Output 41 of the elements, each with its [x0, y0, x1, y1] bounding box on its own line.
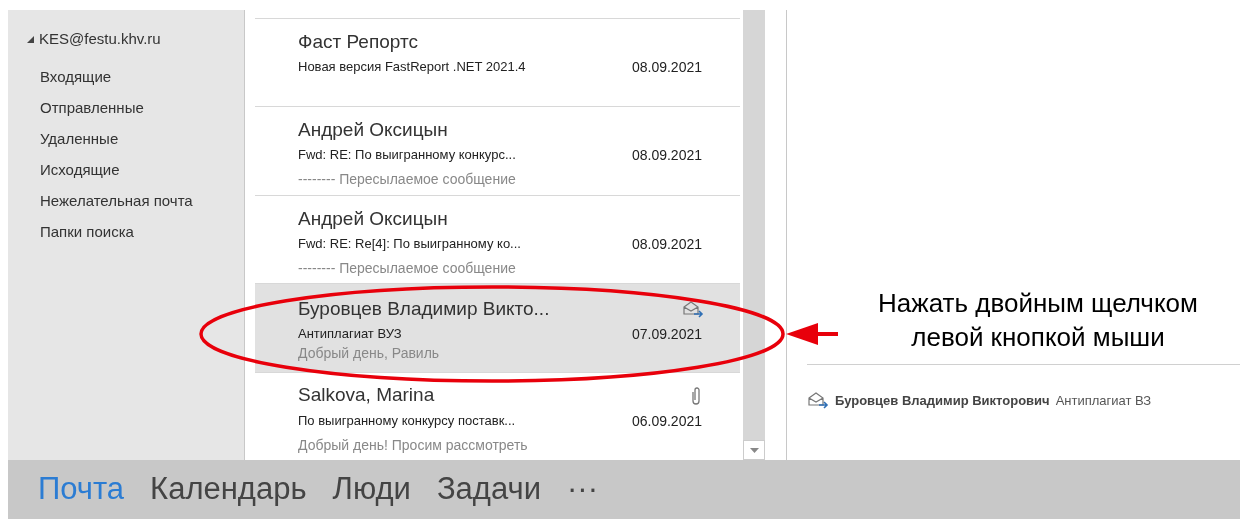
sender-name: Salkova, Marina	[298, 383, 435, 408]
date: 06.09.2021	[631, 411, 702, 431]
sender-name: Андрей Оксицын	[298, 118, 448, 143]
folder-item[interactable]: Отправленные	[8, 91, 244, 123]
subject: Fwd: RE: По выигранному конкурс...	[298, 146, 516, 165]
folder-item[interactable]: Нежелательная почта	[8, 184, 244, 216]
sender-name: Андрей Оксицын	[298, 206, 448, 231]
nav-tab[interactable]: ···	[567, 466, 598, 513]
subject: По выигранному конкурсу поставк...	[298, 411, 516, 430]
collapse-triangle-icon[interactable]	[26, 34, 35, 44]
date: 07.09.2021	[631, 325, 702, 345]
preview-text: -------- Пересылаемое сообщение	[298, 170, 517, 190]
scroll-down-button[interactable]	[743, 440, 765, 460]
message-item[interactable]: Буровцев Владимир Викто... Антиплагиат ВУЗ 07.09.2021 Добрый день, Равиль	[255, 283, 740, 372]
paperclip-icon	[690, 385, 702, 406]
scrollbar[interactable]	[743, 10, 765, 460]
folder-item[interactable]: Папки поиска	[8, 215, 244, 247]
folder-item[interactable]: Входящие	[8, 60, 244, 92]
account-name[interactable]: KES@festu.khv.ru	[39, 28, 161, 51]
down-arrow-icon	[749, 447, 759, 453]
preview-text: Добрый день! Просим рассмотреть	[298, 435, 529, 455]
envelope-arrow-icon	[807, 391, 829, 410]
subject: Fwd: RE: Re[4]: По выигранному ко...	[298, 234, 521, 253]
pointer-arrow	[786, 322, 838, 346]
date: 08.09.2021	[631, 234, 702, 254]
folder-item[interactable]: Удаленные	[8, 122, 244, 154]
subject: Антиплагиат ВУЗ	[298, 325, 402, 344]
nav-tab[interactable]: Задачи	[436, 466, 541, 513]
date: 08.09.2021	[631, 146, 702, 166]
preview-text: -------- Пересылаемое сообщение	[298, 258, 517, 278]
sender-name: Буровцев Владимир Викто...	[298, 296, 550, 321]
folder-item[interactable]: Исходящие	[8, 153, 244, 185]
preview-text: Добрый день, Равиль	[298, 345, 441, 362]
reading-sender: Буровцев Владимир Викторович	[835, 391, 1050, 410]
nav-tab[interactable]: Календарь	[150, 466, 307, 513]
nav-tab[interactable]: Люди	[332, 466, 411, 513]
sender-name: Фаст Репортс	[298, 29, 418, 54]
date: 08.09.2021	[631, 58, 702, 77]
reading-subject: Антиплагиат ВЗ	[1055, 391, 1152, 410]
envelope-arrow-icon	[682, 300, 704, 319]
subject: Новая версия FastReport .NET 2021.4	[298, 58, 526, 76]
